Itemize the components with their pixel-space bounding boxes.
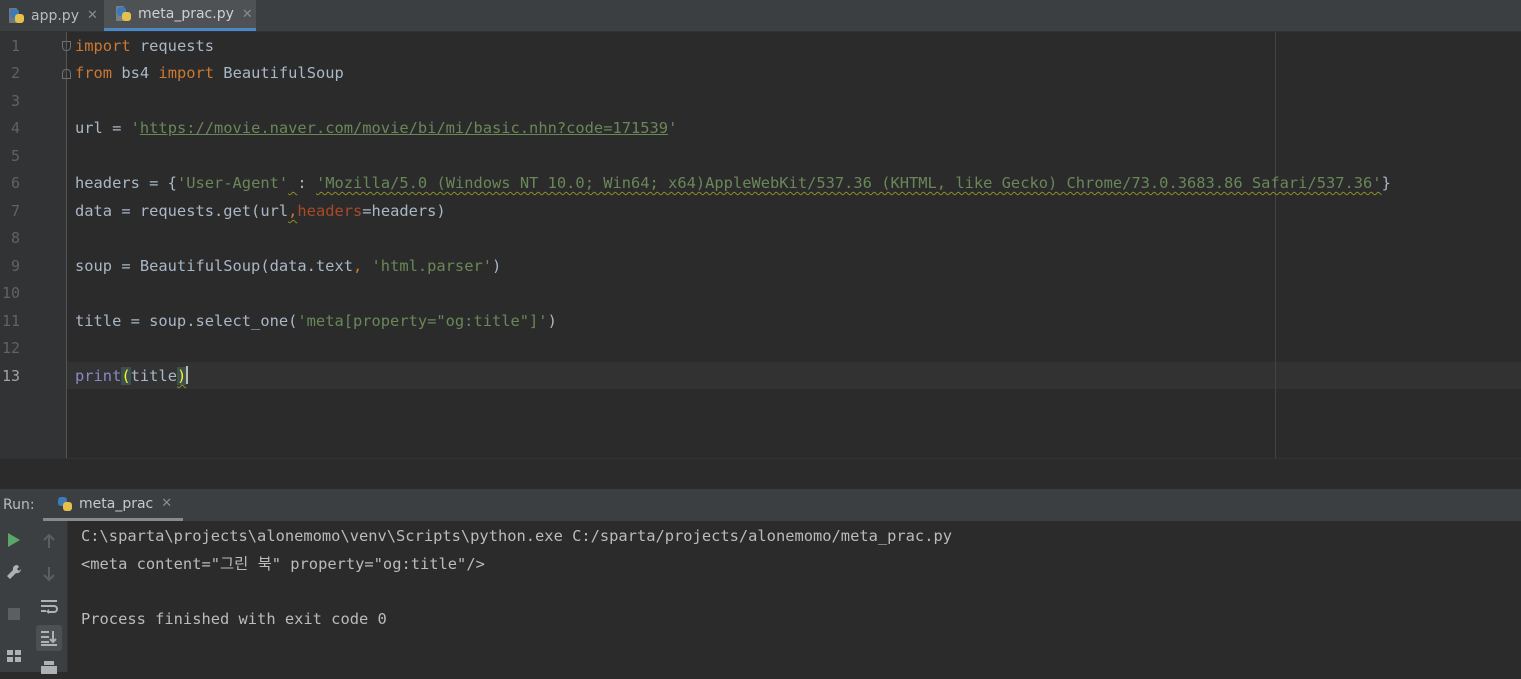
run-config-tab[interactable]: meta_prac ✕ — [43, 489, 183, 521]
token-param: headers — [297, 202, 363, 220]
token-brace: ( — [121, 367, 131, 385]
fold-marker-icon[interactable] — [62, 69, 71, 79]
right-margin-guide — [1275, 32, 1276, 458]
code-line-2: from bs4 import BeautifulSoup — [75, 60, 344, 87]
token-text: headers = { — [75, 174, 177, 192]
line-number: 7 — [10, 202, 20, 220]
token-text: } — [1381, 174, 1391, 192]
token-text: data = requests.get(url — [75, 202, 289, 220]
code-line-6: headers = {'User-Agent' : 'Mozilla/5.0 (… — [75, 170, 1391, 197]
line-number: 6 — [10, 174, 20, 192]
tab-label: meta_prac.py — [138, 6, 234, 22]
code-line-11: title = soup.select_one('meta[property="… — [75, 308, 557, 335]
token-text: ) — [492, 257, 502, 275]
code-editor[interactable]: 1 2 3 4 5 6 7 8 9 10 11 12 13 import req… — [0, 32, 1521, 458]
text-caret — [186, 366, 189, 384]
token-string: 'User-Agent' — [176, 174, 289, 192]
token-string: 'meta[property="og:title"]' — [297, 312, 548, 330]
token-builtin: print — [75, 367, 122, 385]
run-tab-label: meta_prac — [79, 495, 154, 512]
current-line-highlight — [67, 362, 1521, 389]
code-line-7: data = requests.get(url,headers=headers) — [75, 198, 446, 225]
close-icon[interactable]: ✕ — [242, 7, 253, 22]
tab-label: app.py — [31, 7, 79, 24]
token-brace: ) — [176, 367, 187, 385]
token-string: 'Mozilla/5.0 (Windows NT 10.0; Win64; x6… — [315, 174, 1382, 192]
close-icon[interactable]: ✕ — [87, 8, 98, 23]
line-number-gutter: 1 2 3 4 5 6 7 8 9 10 11 12 13 — [0, 32, 67, 458]
token-keyword: import — [75, 37, 131, 55]
token-text: bs4 — [112, 64, 159, 82]
arrow-up-icon[interactable] — [38, 530, 60, 552]
token-text: requests — [130, 37, 215, 55]
code-line-9: soup = BeautifulSoup(data.text, 'html.pa… — [75, 253, 501, 280]
arrow-down-icon[interactable] — [38, 563, 60, 585]
token-keyword: from — [75, 64, 113, 82]
layout-icon[interactable] — [3, 645, 25, 667]
token-text: ) — [547, 312, 557, 330]
scroll-to-end-icon[interactable] — [36, 625, 62, 651]
stop-icon[interactable] — [3, 603, 25, 625]
print-icon[interactable] — [38, 657, 60, 679]
line-number: 1 — [10, 37, 20, 55]
token-text: url = — [75, 119, 131, 137]
wrench-icon[interactable] — [3, 561, 25, 583]
line-number: 12 — [1, 339, 20, 357]
run-icon[interactable] — [3, 529, 25, 551]
console-line: <meta content="그린 북" property="og:title"… — [81, 555, 485, 573]
url-link[interactable]: https://movie.naver.com/movie/bi/mi/basi… — [140, 119, 668, 137]
token-string: ' — [668, 119, 678, 137]
close-icon[interactable]: ✕ — [161, 496, 172, 511]
tab-app-py[interactable]: app.py ✕ — [0, 0, 103, 31]
panel-separator[interactable] — [0, 458, 1521, 490]
token-text: title = soup.select_one( — [75, 312, 298, 330]
line-number: 4 — [10, 119, 20, 137]
line-number: 10 — [1, 284, 20, 302]
python-file-icon — [116, 6, 132, 22]
token-text: soup = BeautifulSoup(data.text — [75, 257, 353, 275]
run-toolbar — [0, 521, 68, 674]
token-string: 'html.parser' — [371, 257, 492, 275]
soft-wrap-icon[interactable] — [38, 595, 60, 617]
line-number: 9 — [10, 257, 20, 275]
run-tool-window-header: Run: meta_prac ✕ — [0, 489, 1521, 521]
fold-marker-icon[interactable] — [62, 41, 71, 51]
console-line: C:\sparta\projects\alonemomo\venv\Script… — [81, 527, 952, 545]
console-line: Process finished with exit code 0 — [81, 610, 387, 628]
python-file-icon — [9, 7, 25, 24]
token-text: BeautifulSoup — [214, 64, 344, 82]
token-text: =headers) — [362, 202, 446, 220]
run-console-output[interactable]: C:\sparta\projects\alonemomo\venv\Script… — [68, 521, 1521, 672]
run-label: Run: — [3, 497, 35, 513]
line-number: 11 — [1, 312, 20, 330]
code-line-4: url = 'https://movie.naver.com/movie/bi/… — [75, 115, 677, 142]
tab-meta-prac-py[interactable]: meta_prac.py ✕ — [104, 0, 256, 31]
token-text: title — [130, 367, 177, 385]
code-line-13: print(title) — [75, 363, 189, 390]
token-string: ' — [130, 119, 140, 137]
line-number: 8 — [10, 229, 20, 247]
token-comma: , — [352, 257, 372, 275]
code-line-1: import requests — [75, 33, 214, 60]
line-number: 3 — [10, 92, 20, 110]
line-number: 5 — [10, 147, 20, 165]
token-comma: , — [288, 202, 298, 220]
token-text: : — [297, 174, 307, 192]
line-number-current: 13 — [1, 367, 20, 385]
editor-tab-bar: app.py ✕ meta_prac.py ✕ — [0, 0, 1521, 32]
line-number: 2 — [10, 64, 20, 82]
python-file-icon — [57, 496, 73, 512]
token-keyword: import — [158, 64, 215, 82]
